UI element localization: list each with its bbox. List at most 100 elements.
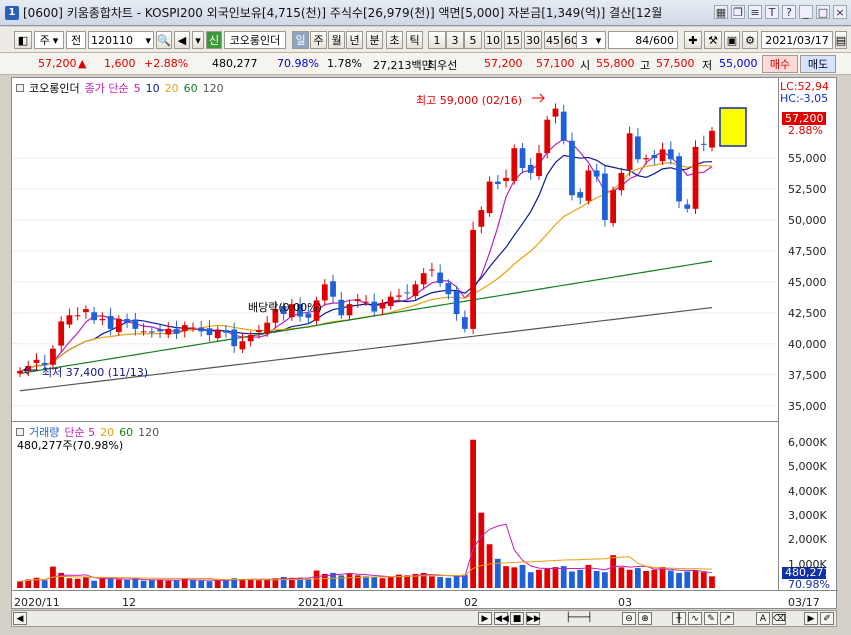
interval-3[interactable]: 3 <box>446 31 464 49</box>
volume-bar <box>593 570 600 588</box>
candle-body <box>379 302 386 309</box>
candle-body <box>709 130 715 148</box>
credit-badge[interactable]: 신 <box>206 31 222 49</box>
volume-bar <box>552 567 559 588</box>
open-label: 시 <box>580 59 591 72</box>
candle-body <box>404 292 411 294</box>
volume-bar <box>602 572 608 588</box>
code-value: 120110 <box>91 33 133 47</box>
candle-body <box>429 269 435 271</box>
candle-body <box>470 229 476 329</box>
volume-bar <box>338 575 345 588</box>
chart-window[interactable]: 코오롱인더 종가 단순 5 10 20 60 120 거래량 단순 5 20 6… <box>11 77 838 610</box>
stop-icon[interactable]: ■ <box>510 612 524 625</box>
speaker-icon[interactable]: ◀ <box>174 31 190 49</box>
zoom-slider[interactable]: ├───┤ <box>544 612 614 625</box>
window-title: [0600] 키움종합차트 - KOSPI200 외국인보유[4,715(천)]… <box>23 6 663 20</box>
line-icon[interactable]: ∿ <box>688 612 702 625</box>
text-icon[interactable]: T <box>765 5 779 19</box>
tab-4[interactable]: 분 <box>366 31 383 49</box>
candle-body <box>659 149 666 162</box>
interval-15[interactable]: 15 <box>504 31 522 49</box>
volume-bar <box>387 576 394 588</box>
legend-box-icon[interactable] <box>16 428 24 436</box>
hc-label: HC:-3,05 <box>780 92 829 105</box>
calendar-icon[interactable]: ▤ <box>835 31 847 49</box>
scroll-left-icon[interactable]: ◀ <box>13 612 27 625</box>
interval-10[interactable]: 10 <box>484 31 502 49</box>
help-icon[interactable]: ? <box>782 5 796 19</box>
arrow-icon[interactable]: ↗ <box>720 612 734 625</box>
maximize-icon[interactable]: □ <box>816 5 830 19</box>
draw-icon[interactable]: ✐ <box>820 612 834 625</box>
close-icon[interactable]: × <box>833 5 847 19</box>
legend-box-icon[interactable] <box>16 84 24 92</box>
interval-select[interactable]: 3 ▾ <box>576 31 606 49</box>
eraser-icon[interactable]: ⌫ <box>772 612 786 625</box>
chart-canvas[interactable] <box>12 78 838 610</box>
tab-0[interactable]: 일 <box>292 31 309 49</box>
low-label: 저 <box>702 59 713 72</box>
period-select[interactable]: 주 ▾ <box>34 31 64 49</box>
search-icon[interactable]: 🔍 <box>156 31 172 49</box>
scroll-right-icon[interactable]: ▶ <box>804 612 818 625</box>
interval-45[interactable]: 45 <box>544 31 562 49</box>
drawing-icon[interactable]: ✚ <box>684 31 702 49</box>
pane-divider[interactable] <box>12 421 778 422</box>
tab-2[interactable]: 월 <box>328 31 345 49</box>
legend-ma10: 10 <box>145 81 160 95</box>
date-input[interactable]: 2021/03/17 <box>761 31 833 49</box>
candle-body <box>264 322 271 334</box>
copy-icon[interactable]: ❐ <box>731 5 745 19</box>
candle-body <box>634 136 641 160</box>
fast-forward-icon[interactable]: ▶▶ <box>526 612 541 625</box>
pen-icon[interactable]: ✎ <box>704 612 718 625</box>
interval-1[interactable]: 1 <box>428 31 446 49</box>
zoom-out-icon[interactable]: ⊖ <box>622 612 636 625</box>
volume-tick-label: 2,000K <box>788 533 827 547</box>
text-tool-icon[interactable]: A <box>756 612 770 625</box>
candle-body <box>486 181 493 214</box>
menu-icon[interactable]: ≡ <box>748 5 762 19</box>
candle-body <box>165 328 172 335</box>
ma-line-3 <box>19 260 713 375</box>
volume-bar <box>124 579 130 588</box>
interval-5[interactable]: 5 <box>464 31 482 49</box>
scroll-play-icon[interactable]: ▶ <box>478 612 492 625</box>
dividend-annotation: 배당락(0.00%) <box>248 301 322 314</box>
prev-button[interactable]: 전 <box>66 31 86 49</box>
volume-tick-label: 4,000K <box>788 484 827 498</box>
minimize-icon[interactable]: _ <box>799 5 813 19</box>
code-input[interactable]: 120110 ▾ <box>88 31 154 49</box>
tab-6[interactable]: 틱 <box>406 31 423 49</box>
interval-30[interactable]: 30 <box>524 31 542 49</box>
volume-bar <box>41 580 48 588</box>
chevron-down-icon[interactable]: ▾ <box>192 31 204 49</box>
chart-scrollbar[interactable]: ◀ ▶ ◀◀ ■ ▶▶ ├───┤ ⊖ ⊕ ╫ ∿ ✎ ↗ A ⌫ ▶ ✐ <box>11 610 837 627</box>
up-arrow-icon: ▲ <box>78 57 87 70</box>
count-input[interactable]: 84/600 <box>608 31 678 49</box>
tool-icon[interactable]: ⚒ <box>704 31 722 49</box>
candle-body <box>132 319 139 329</box>
save-icon[interactable]: ▣ <box>724 31 740 49</box>
layout-icon[interactable]: ◧ <box>14 31 32 49</box>
volume-bar <box>132 578 139 588</box>
candle-body <box>99 318 106 321</box>
gear-icon[interactable]: ⚙ <box>742 31 758 49</box>
candle-body <box>354 299 361 302</box>
zoom-in-icon[interactable]: ⊕ <box>638 612 652 625</box>
volume-bar <box>503 566 509 588</box>
tab-3[interactable]: 년 <box>346 31 363 49</box>
tab-5[interactable]: 초 <box>386 31 403 49</box>
sell-button[interactable]: 매도 <box>800 55 836 73</box>
candle-icon[interactable]: ╫ <box>672 612 686 625</box>
buy-button[interactable]: 매수 <box>762 55 798 73</box>
best-quote-label: 최우선 <box>427 59 458 72</box>
grid-icon[interactable]: ▦ <box>714 5 728 19</box>
tab-1[interactable]: 주 <box>310 31 327 49</box>
rewind-icon[interactable]: ◀◀ <box>494 612 509 625</box>
candle-body <box>107 315 114 329</box>
volume-bar <box>709 576 715 588</box>
candle-body <box>552 108 559 117</box>
y-tick-label: 42,500 <box>788 306 827 320</box>
